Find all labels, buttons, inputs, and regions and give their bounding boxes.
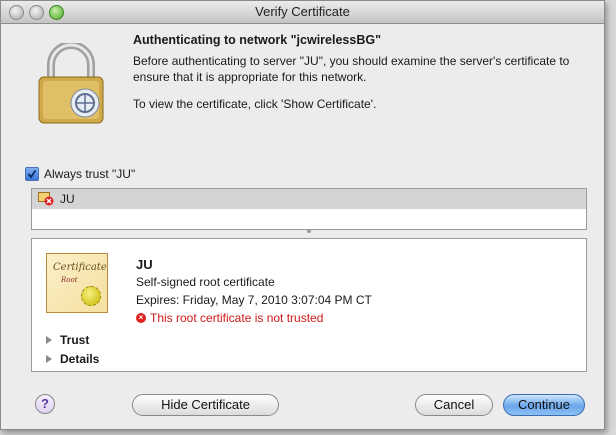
trust-warning: × This root certificate is not trusted: [136, 311, 323, 325]
certificate-list: JU: [31, 188, 587, 230]
checkmark-icon: [27, 169, 37, 179]
trust-warning-text: This root certificate is not trusted: [150, 311, 324, 325]
title-bar: Verify Certificate: [1, 1, 604, 24]
certificate-list-label: JU: [60, 192, 75, 206]
dialog-heading: Authenticating to network "jcwirelessBG": [133, 33, 382, 47]
lock-icon: [38, 43, 104, 124]
untrusted-certificate-icon: [38, 192, 54, 206]
disclosure-triangle-icon: [46, 355, 52, 363]
seal-icon: [81, 286, 101, 306]
dialog-description: Before authenticating to server "JU", yo…: [133, 54, 570, 84]
dialog-hint: To view the certificate, click 'Show Cer…: [133, 97, 377, 111]
hide-certificate-button[interactable]: Hide Certificate: [132, 394, 279, 416]
window-title: Verify Certificate: [255, 4, 350, 19]
always-trust-label: Always trust "JU": [44, 167, 136, 181]
always-trust-checkbox[interactable]: [25, 167, 39, 181]
continue-button[interactable]: Continue: [503, 394, 585, 416]
certificate-image-title: Certificate: [53, 262, 107, 273]
certificate-detail-panel: Certificate Root JU Self-signed root cer…: [31, 238, 587, 372]
error-icon: ×: [136, 313, 146, 323]
details-disclosure[interactable]: Details: [46, 352, 99, 366]
details-section-label: Details: [60, 352, 100, 366]
always-trust-row[interactable]: Always trust "JU": [25, 167, 135, 181]
certificate-image-subtitle: Root: [61, 276, 78, 284]
verify-certificate-dialog: Verify Certificate Authenticating to net…: [0, 0, 605, 430]
splitter-handle[interactable]: [31, 229, 587, 233]
certificate-image-icon: Certificate Root: [46, 253, 108, 313]
certificate-common-name: JU: [136, 257, 153, 272]
certificate-expiry: Expires: Friday, May 7, 2010 3:07:04 PM …: [136, 293, 372, 307]
help-button[interactable]: ?: [35, 394, 55, 414]
certificate-kind: Self-signed root certificate: [136, 275, 275, 289]
certificate-list-item[interactable]: JU: [32, 189, 586, 209]
trust-disclosure[interactable]: Trust: [46, 333, 89, 347]
disclosure-triangle-icon: [46, 336, 52, 344]
cancel-button[interactable]: Cancel: [415, 394, 493, 416]
trust-section-label: Trust: [60, 333, 90, 347]
